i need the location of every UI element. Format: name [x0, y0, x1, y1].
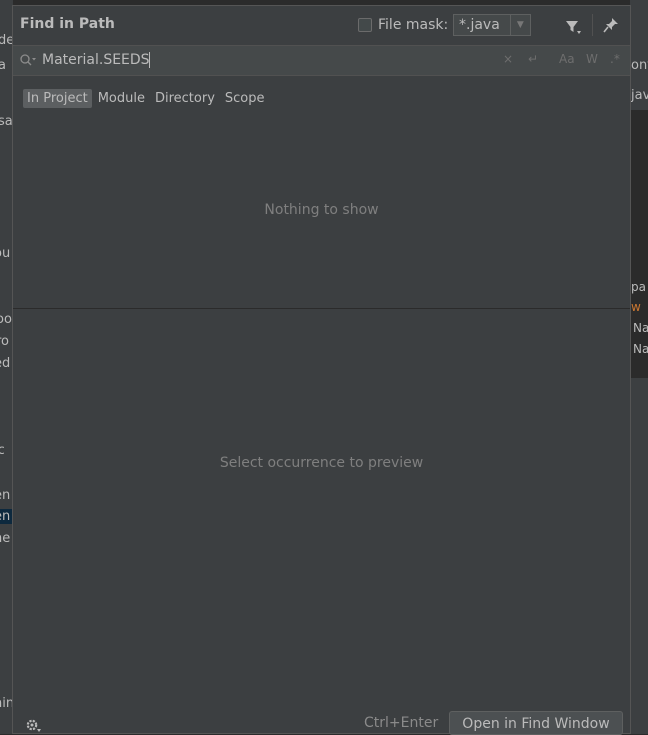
text-caret — [149, 52, 150, 68]
search-input[interactable] — [42, 50, 482, 70]
words-icon[interactable]: W — [586, 52, 598, 66]
background-text: ic — [0, 443, 5, 458]
file-mask-checkbox[interactable] — [358, 18, 372, 32]
background-text: a — [0, 58, 6, 73]
tab-scope[interactable]: Scope — [221, 89, 269, 108]
background-text: sa — [0, 114, 13, 129]
background-text: oo — [0, 312, 12, 327]
file-mask-label: File mask: — [378, 17, 449, 33]
search-row: × ↵ Aa W .* — [13, 45, 630, 76]
file-mask-toggle[interactable]: File mask: — [358, 14, 448, 36]
scope-tabs: In Project Module Directory Scope — [23, 87, 271, 109]
open-in-find-window-button[interactable]: Open in Find Window — [449, 711, 623, 735]
dialog-title: Find in Path — [20, 16, 115, 32]
background-text: en — [0, 488, 11, 503]
background-text: Na — [633, 321, 648, 335]
background-text: ed — [0, 356, 11, 371]
filter-icon[interactable] — [564, 18, 582, 36]
toolbar-divider — [592, 14, 593, 36]
file-mask-value: *.java — [459, 17, 500, 33]
tab-in-project[interactable]: In Project — [23, 88, 92, 108]
clear-icon[interactable]: × — [503, 52, 513, 66]
newline-icon[interactable]: ↵ — [528, 52, 538, 66]
background-text: ro — [0, 334, 10, 349]
pin-icon[interactable] — [602, 16, 620, 34]
background-text: pa — [631, 280, 646, 294]
chevron-down-icon[interactable]: ▼ — [509, 15, 530, 35]
background-text: w — [631, 300, 641, 314]
background-text: onf — [631, 58, 648, 73]
search-icon[interactable] — [19, 53, 37, 67]
background-text: java — [631, 88, 648, 103]
background-text: ou — [0, 246, 11, 261]
splitter[interactable] — [13, 308, 630, 309]
results-empty-text: Nothing to show — [264, 202, 379, 218]
background-text: Na — [633, 342, 648, 356]
regex-icon[interactable]: .* — [610, 52, 620, 66]
background-text: ne — [0, 531, 11, 546]
tab-directory[interactable]: Directory — [151, 89, 219, 108]
find-in-path-dialog: Find in Path File mask: *.java ▼ × ↵ Aa … — [12, 5, 631, 735]
gear-icon[interactable] — [25, 717, 41, 733]
background-right-panel: onf java pa w Na Na — [630, 0, 648, 734]
match-case-icon[interactable]: Aa — [559, 52, 575, 66]
shortcut-hint: Ctrl+Enter — [364, 715, 439, 731]
preview-empty-text: Select occurrence to preview — [219, 455, 424, 471]
file-mask-combo[interactable]: *.java ▼ — [453, 14, 531, 36]
tab-module[interactable]: Module — [94, 89, 149, 108]
